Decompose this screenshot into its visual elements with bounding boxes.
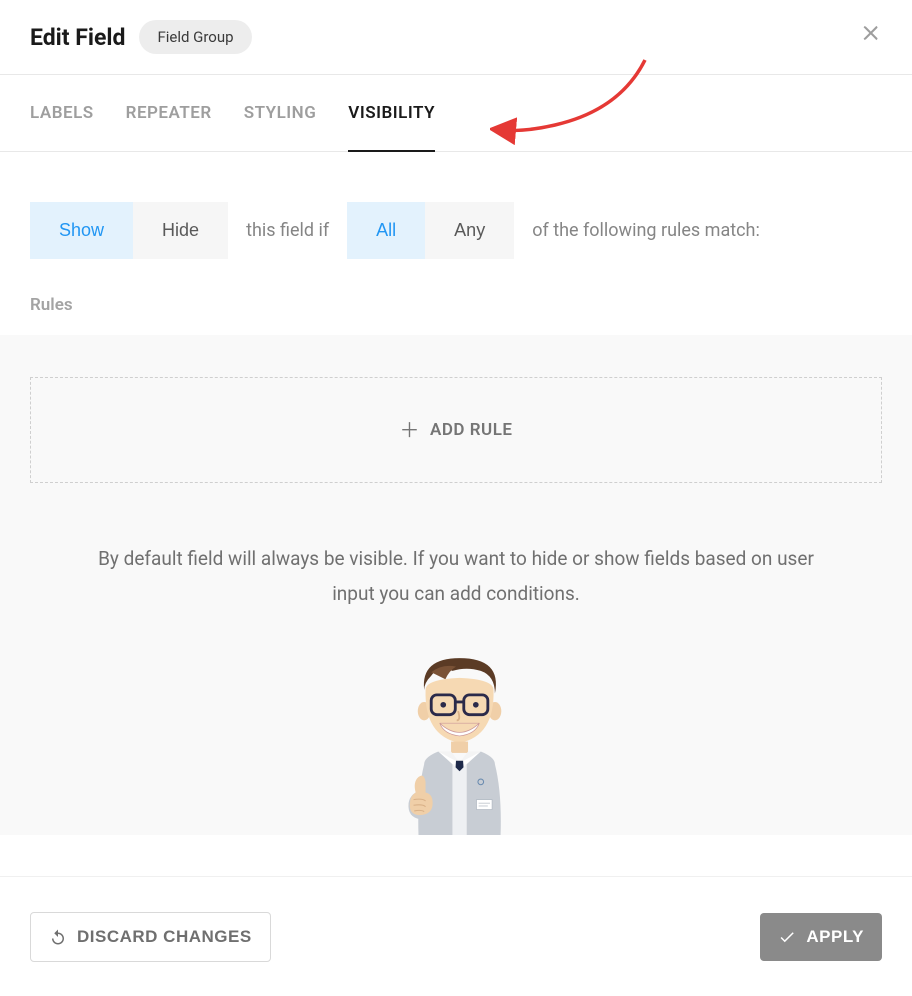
modal-footer: DISCARD CHANGES APPLY xyxy=(0,876,912,996)
visibility-help-text: By default field will always be visible.… xyxy=(30,483,882,611)
rules-area: ＋ ADD RULE By default field will always … xyxy=(0,335,912,835)
page-title: Edit Field xyxy=(30,24,125,51)
undo-icon xyxy=(49,928,67,946)
tab-labels[interactable]: LABELS xyxy=(30,75,94,151)
mascot-icon xyxy=(351,651,561,835)
apply-label: APPLY xyxy=(806,927,864,947)
toggle-show[interactable]: Show xyxy=(30,202,133,259)
add-rule-label: ADD RULE xyxy=(430,420,512,440)
visibility-condition-row: Show Hide this field if All Any of the f… xyxy=(0,152,912,289)
condition-text-if: this field if xyxy=(246,220,329,241)
toggle-all[interactable]: All xyxy=(347,202,425,259)
plus-icon: ＋ xyxy=(400,420,421,440)
discard-changes-button[interactable]: DISCARD CHANGES xyxy=(30,912,271,962)
tab-repeater[interactable]: REPEATER xyxy=(126,75,212,151)
show-hide-toggle: Show Hide xyxy=(30,202,228,259)
check-icon xyxy=(778,928,796,946)
field-type-badge: Field Group xyxy=(139,20,251,54)
condition-text-match: of the following rules match: xyxy=(532,220,760,241)
tab-visibility[interactable]: VISIBILITY xyxy=(348,75,435,151)
toggle-hide[interactable]: Hide xyxy=(133,202,228,259)
apply-button[interactable]: APPLY xyxy=(760,913,882,961)
tab-bar: LABELS REPEATER STYLING VISIBILITY xyxy=(0,75,912,152)
rules-section-label: Rules xyxy=(0,289,912,335)
modal-header: Edit Field Field Group xyxy=(0,0,912,75)
close-icon xyxy=(860,22,882,44)
mascot-illustration xyxy=(30,611,882,835)
close-button[interactable] xyxy=(860,22,882,48)
tab-styling[interactable]: STYLING xyxy=(244,75,317,151)
toggle-any[interactable]: Any xyxy=(425,202,514,259)
add-rule-button[interactable]: ＋ ADD RULE xyxy=(30,377,882,483)
all-any-toggle: All Any xyxy=(347,202,514,259)
discard-label: DISCARD CHANGES xyxy=(77,927,252,947)
